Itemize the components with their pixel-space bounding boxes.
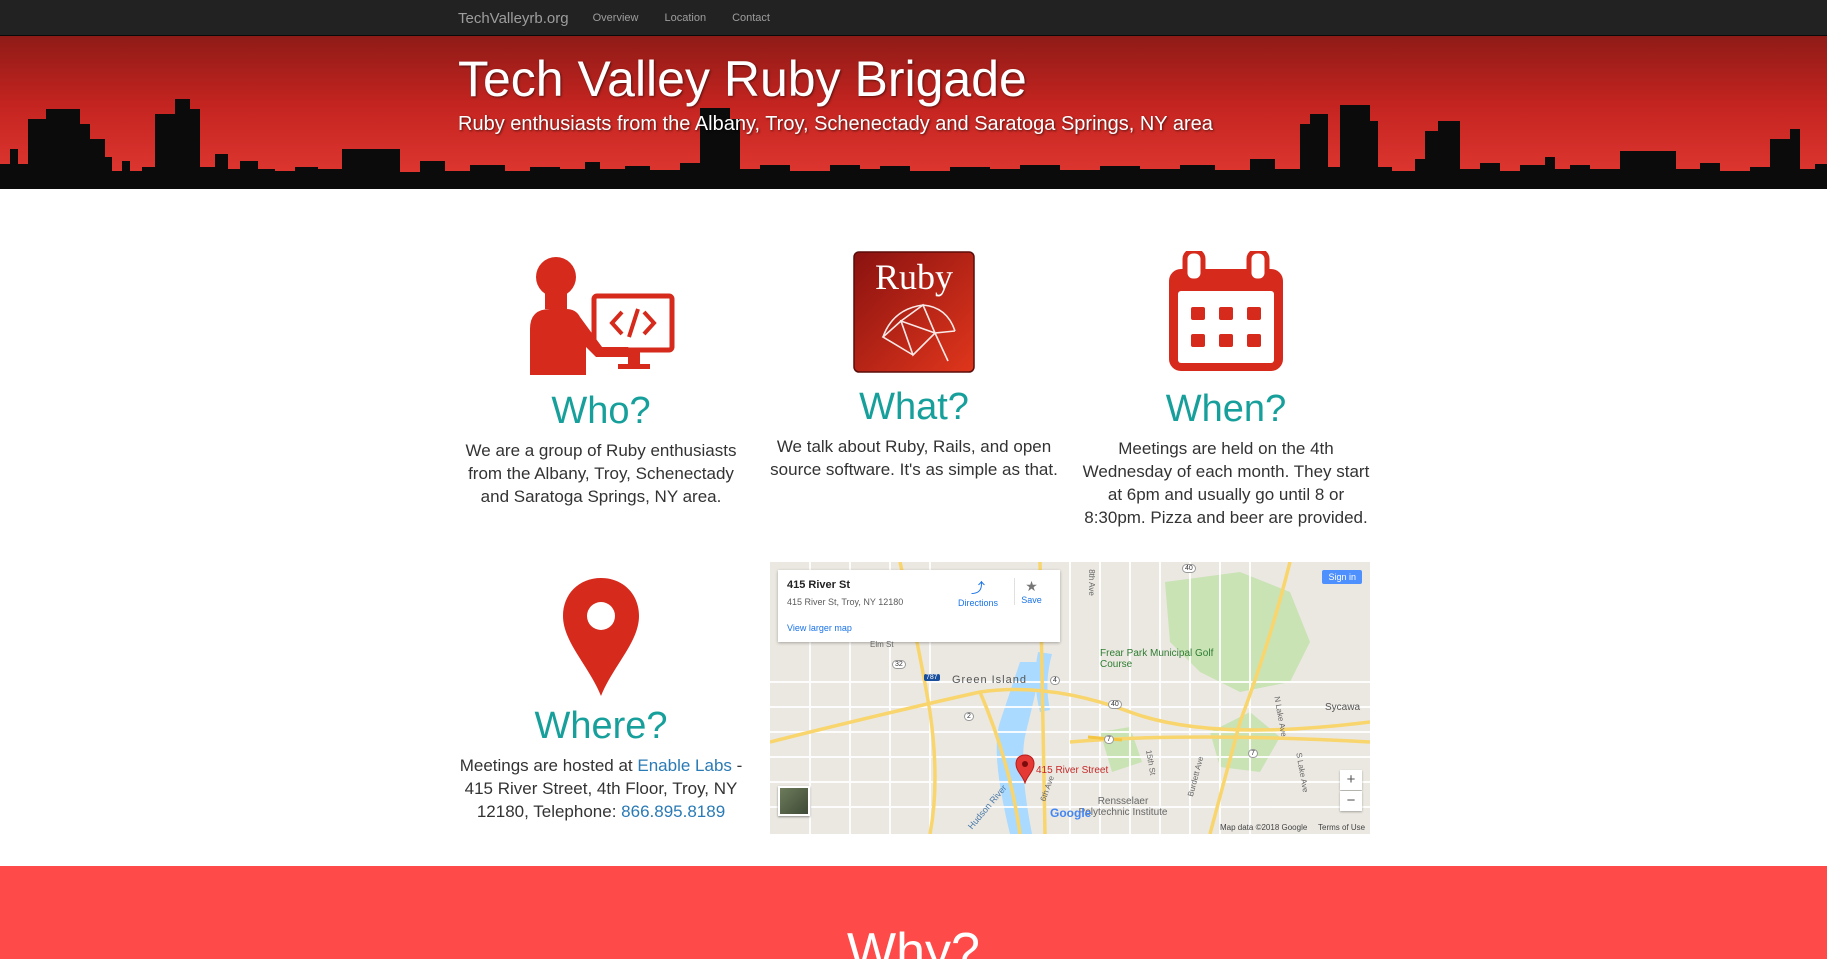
page-title: Tech Valley Ruby Brigade bbox=[458, 51, 1027, 107]
zoom-out-button[interactable]: − bbox=[1340, 791, 1362, 811]
route-shield: 2 bbox=[964, 712, 974, 721]
terms-of-use-link[interactable]: Terms of Use bbox=[1318, 823, 1365, 832]
hero-banner: Tech Valley Ruby Brigade Ruby enthusiast… bbox=[0, 36, 1827, 189]
when-heading: When? bbox=[1165, 388, 1287, 430]
satellite-toggle-thumbnail[interactable] bbox=[778, 786, 810, 816]
view-larger-map-link[interactable]: View larger map bbox=[787, 623, 852, 633]
map-label-elm-st: Elm St bbox=[870, 640, 894, 649]
route-shield: 40 bbox=[1182, 564, 1196, 573]
directions-label: Directions bbox=[957, 598, 998, 608]
what-text: We talk about Ruby, Rails, and open sour… bbox=[770, 437, 1058, 479]
where-heading: Where? bbox=[534, 705, 668, 747]
save-button[interactable]: ★ Save bbox=[1014, 578, 1048, 605]
why-heading: Why? bbox=[847, 923, 980, 959]
map-label-8th-ave: 8th Ave bbox=[1086, 569, 1096, 596]
where-text: Meetings are hosted at Enable Labs - 415… bbox=[458, 754, 744, 823]
route-shield: 40 bbox=[1108, 700, 1122, 709]
zoom-in-button[interactable]: + bbox=[1340, 770, 1362, 790]
google-logo: Google bbox=[1050, 806, 1092, 820]
who-section: Who? We are a group of Ruby enthusiasts … bbox=[458, 251, 744, 508]
map-pin-icon bbox=[563, 578, 639, 696]
when-text: Meetings are held on the 4th Wednesday o… bbox=[1082, 439, 1370, 527]
nav-link-location[interactable]: Location bbox=[664, 12, 706, 24]
who-text: We are a group of Ruby enthusiasts from … bbox=[465, 441, 737, 506]
directions-icon: ⤴ bbox=[971, 580, 985, 596]
place-title: 415 River St bbox=[787, 579, 850, 591]
route-shield: 787 bbox=[924, 674, 940, 681]
where-section: Where? Meetings are hosted at Enable Lab… bbox=[458, 576, 744, 823]
nav-link-contact[interactable]: Contact bbox=[732, 12, 770, 24]
phone-link[interactable]: 866.895.8189 bbox=[621, 802, 725, 821]
star-icon: ★ bbox=[1025, 578, 1038, 594]
nav-link-overview[interactable]: Overview bbox=[593, 12, 639, 24]
route-shield: 32 bbox=[892, 660, 906, 669]
calendar-icon bbox=[1169, 251, 1283, 371]
enable-labs-link[interactable]: Enable Labs bbox=[637, 756, 732, 775]
page-subtitle: Ruby enthusiasts from the Albany, Troy, … bbox=[458, 113, 1213, 135]
top-navbar: TechValleyrb.org Overview Location Conta… bbox=[0, 0, 1827, 36]
why-section: Why? bbox=[0, 866, 1827, 959]
navbar-brand-link[interactable]: TechValleyrb.org bbox=[458, 10, 569, 27]
route-shield: 7 bbox=[1104, 735, 1114, 744]
save-label: Save bbox=[1021, 595, 1042, 605]
when-section: When? Meetings are held on the 4th Wedne… bbox=[1080, 251, 1372, 529]
embedded-google-map[interactable]: 415 River St 415 River St, Troy, NY 1218… bbox=[770, 562, 1370, 834]
marker-label: 415 River Street bbox=[1036, 765, 1109, 776]
map-label-rpi: Rensselaer Polytechnic Institute bbox=[1078, 796, 1168, 818]
directions-button[interactable]: ⤴ Directions bbox=[954, 578, 1002, 608]
location-marker-icon[interactable] bbox=[1015, 754, 1035, 784]
place-address: 415 River St, Troy, NY 12180 bbox=[787, 597, 904, 607]
map-label-golf-course: Frear Park Municipal Golf Course bbox=[1100, 648, 1214, 670]
map-label-green-island: Green Island bbox=[952, 674, 1027, 686]
place-info-card: 415 River St 415 River St, Troy, NY 1218… bbox=[778, 570, 1060, 642]
google-sign-in-button[interactable]: Sign in bbox=[1322, 570, 1362, 584]
map-data-attribution: Map data ©2018 Google bbox=[1220, 823, 1308, 832]
ruby-logo-text: Ruby bbox=[875, 257, 953, 297]
what-section: Ruby What? We talk about Ruby, Rails, an… bbox=[769, 251, 1059, 481]
map-label-sycawa: Sycawa bbox=[1325, 702, 1361, 713]
navbar-container: TechValleyrb.org Overview Location Conta… bbox=[458, 0, 796, 36]
route-shield: 7 bbox=[1248, 749, 1258, 758]
route-shield: 4 bbox=[1050, 676, 1060, 685]
what-heading: What? bbox=[859, 386, 969, 428]
ruby-logo-icon: Ruby bbox=[853, 251, 975, 373]
who-heading: Who? bbox=[551, 390, 651, 432]
developer-at-computer-icon bbox=[530, 257, 675, 375]
where-text-prefix: Meetings are hosted at bbox=[459, 756, 638, 775]
